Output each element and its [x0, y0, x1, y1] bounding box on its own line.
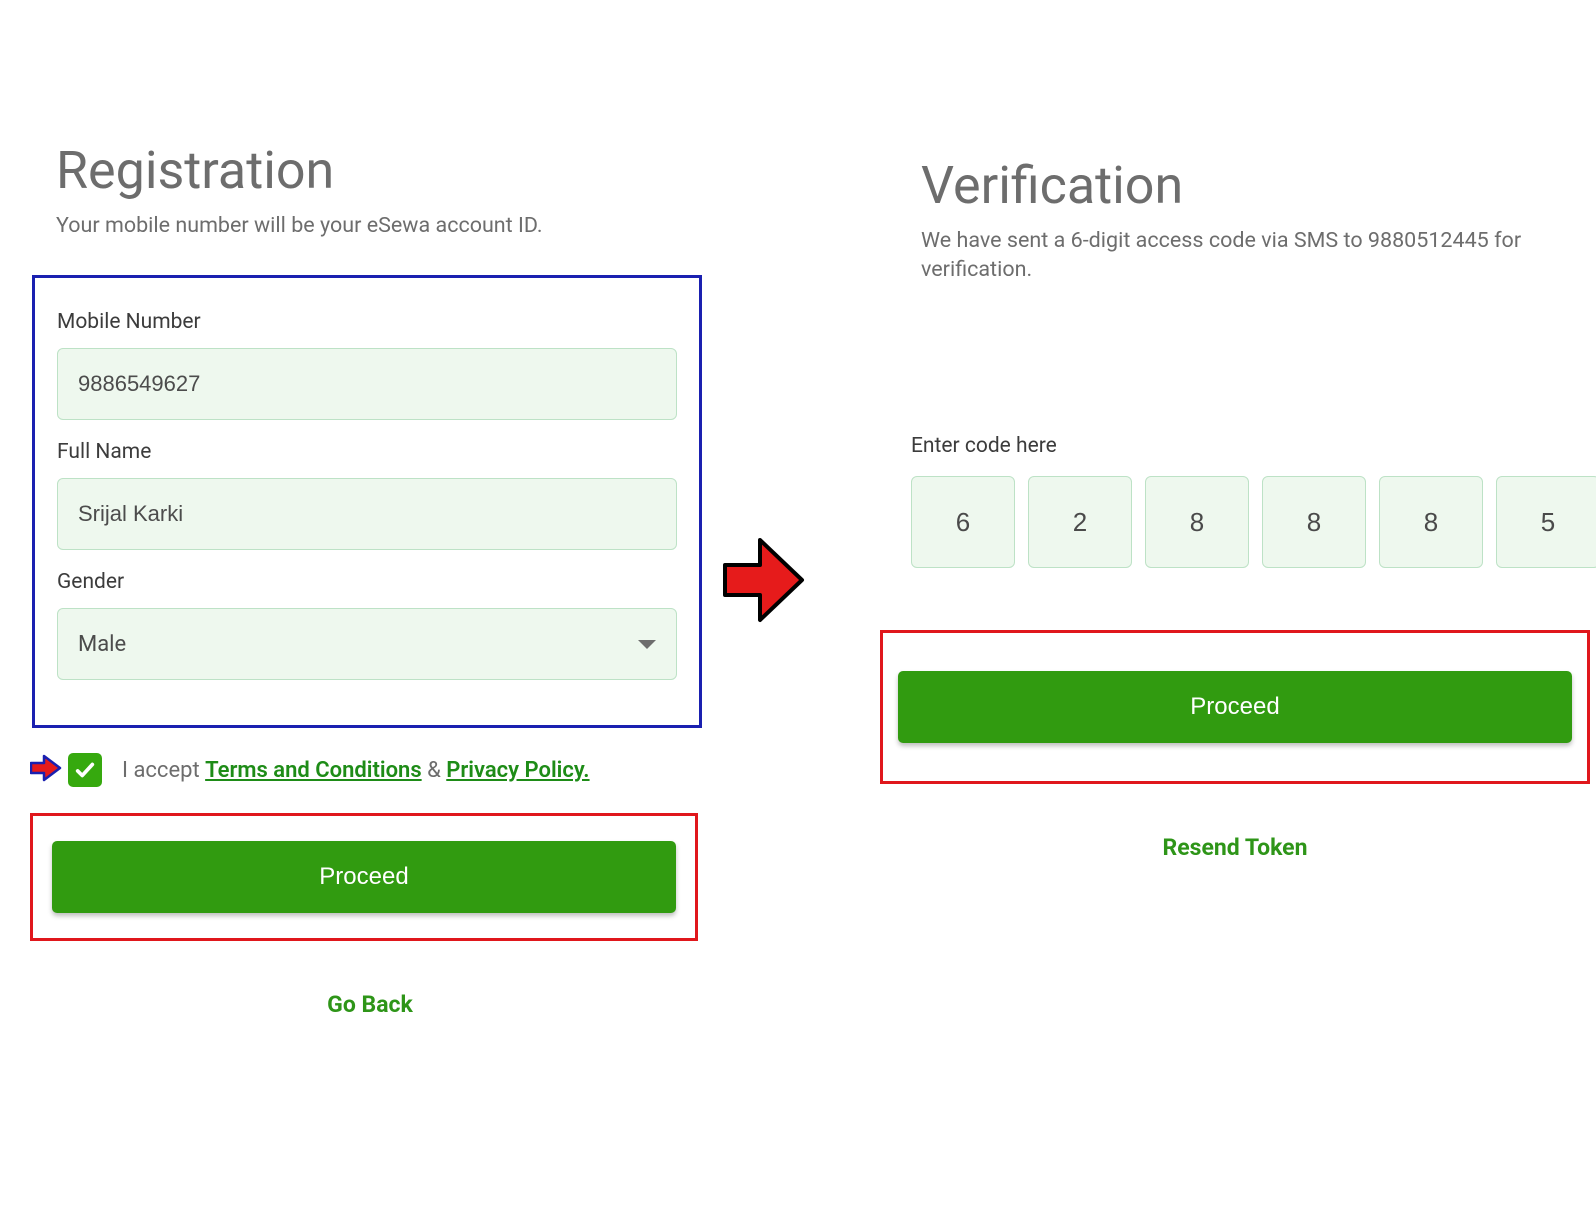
verification-subtitle: We have sent a 6-digit access code via S…: [895, 226, 1535, 284]
terms-link[interactable]: Terms and Conditions: [205, 758, 422, 783]
gender-select[interactable]: Male: [57, 608, 677, 680]
fullname-label: Full Name: [57, 440, 677, 464]
proceed-button[interactable]: Proceed: [898, 671, 1572, 743]
proceed-button[interactable]: Proceed: [52, 841, 676, 913]
code-digit-1[interactable]: [911, 476, 1015, 568]
code-label: Enter code here: [895, 434, 1575, 458]
terms-text: I accept Terms and Conditions & Privacy …: [122, 758, 590, 783]
terms-checkbox[interactable]: [68, 753, 102, 787]
code-digit-2[interactable]: [1028, 476, 1132, 568]
fullname-input[interactable]: [57, 478, 677, 550]
mobile-label: Mobile Number: [57, 310, 677, 334]
right-arrow-icon: [30, 754, 62, 786]
gender-label: Gender: [57, 570, 677, 594]
resend-token-link[interactable]: Resend Token: [895, 834, 1575, 861]
gender-selected-value: Male: [78, 632, 126, 657]
registration-panel: Registration Your mobile number will be …: [30, 10, 710, 1018]
verification-panel: Verification We have sent a 6-digit acce…: [895, 10, 1575, 861]
registration-form-highlight: Mobile Number Full Name Gender Male: [32, 275, 702, 728]
code-input-group: [895, 476, 1575, 568]
verification-title: Verification: [895, 10, 1575, 216]
proceed-highlight: Proceed: [30, 813, 698, 941]
registration-subtitle: Your mobile number will be your eSewa ac…: [30, 211, 710, 240]
mobile-input[interactable]: [57, 348, 677, 420]
proceed-highlight: Proceed: [880, 630, 1590, 784]
privacy-link[interactable]: Privacy Policy.: [446, 758, 589, 783]
chevron-down-icon: [638, 640, 656, 649]
code-digit-5[interactable]: [1379, 476, 1483, 568]
go-back-link[interactable]: Go Back: [30, 991, 710, 1018]
code-digit-3[interactable]: [1145, 476, 1249, 568]
code-digit-6[interactable]: [1496, 476, 1596, 568]
code-digit-4[interactable]: [1262, 476, 1366, 568]
right-arrow-icon: [720, 530, 805, 634]
registration-title: Registration: [30, 10, 710, 201]
